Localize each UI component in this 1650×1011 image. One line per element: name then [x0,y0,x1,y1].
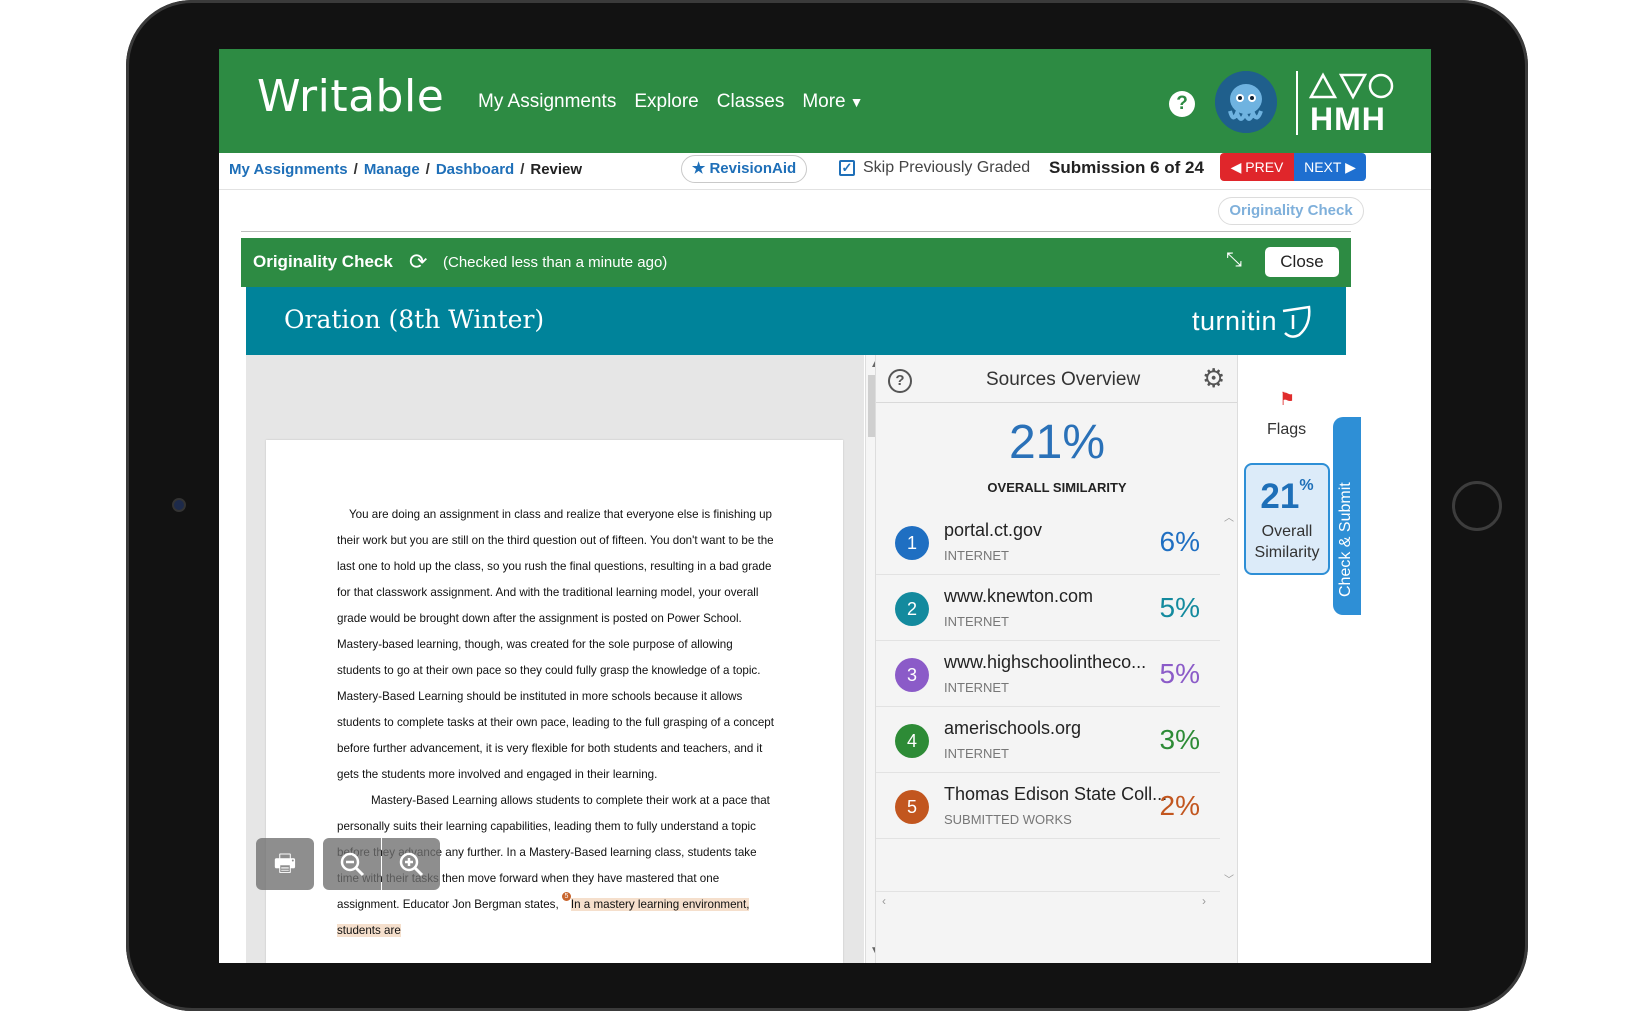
source-item[interactable]: 4 amerischools.org INTERNET 3% [876,707,1220,773]
avatar[interactable] [1215,71,1277,133]
turnitin-logo: turnitin [1192,305,1315,341]
chevron-up-icon[interactable]: ︿ [1224,509,1234,524]
sources-panel: ? Sources Overview ⚙ 21% OVERALL SIMILAR… [875,355,1238,963]
nav-classes[interactable]: Classes [717,91,785,113]
source-type: INTERNET [944,746,1009,761]
source-percent: 5% [1159,658,1200,689]
sources-header: ? Sources Overview ⚙ [876,355,1238,403]
originality-title: Originality Check [253,252,393,271]
caret-down-icon: ▼ [849,94,864,110]
refresh-icon[interactable]: ⟳ [409,249,427,275]
source-name: www.knewton.com [944,586,1094,606]
collapse-icon[interactable]: ⤡ [1226,249,1242,272]
zoom-in-icon [399,852,424,877]
chevron-down-icon[interactable]: ﹀ [1224,871,1234,886]
crumb-my-assignments[interactable]: My Assignments [229,161,348,178]
question-icon[interactable]: ? [888,369,912,393]
source-item[interactable]: 1 portal.ct.gov INTERNET 6% [876,509,1220,575]
nav-more-label: More [802,91,846,112]
prev-button[interactable]: ◀ PREV [1220,153,1294,181]
source-type: INTERNET [944,680,1009,695]
close-button[interactable]: Close [1265,247,1339,277]
submission-counter: Submission 6 of 24 [1049,158,1204,177]
originality-check-tab[interactable]: Originality Check [1218,197,1364,225]
chevron-right-icon[interactable]: › [1202,894,1206,908]
turnitin-header: Oration (8th Winter) turnitin [246,287,1346,355]
source-type: INTERNET [944,614,1009,629]
source-name: amerischools.org [944,718,1082,738]
chevron-left-icon[interactable]: ‹ [882,894,886,908]
zoom-out-button[interactable] [323,838,381,890]
home-button[interactable] [1452,481,1502,531]
source-item[interactable]: 3 www.highschoolintheco... INTERNET 5% [876,641,1220,707]
crumb-dashboard[interactable]: Dashboard [436,161,514,178]
originality-header: Originality Check ⟳ (Checked less than a… [241,238,1351,287]
triangle-right-icon: ▶ [1345,159,1356,175]
skip-label: Skip Previously Graded [863,159,1031,176]
check-status: (Checked less than a minute ago) [443,254,668,271]
sources-title: Sources Overview [986,369,1141,390]
overall-similarity-card[interactable]: 21% Overall Similarity [1244,463,1330,575]
source-percent: 3% [1159,724,1200,755]
document-title: Oration (8th Winter) [284,305,545,334]
source-number: 5 [895,790,929,824]
sources-hscrollbar[interactable]: ‹ › [876,891,1220,909]
flags-label[interactable]: Flags [1267,421,1306,439]
star-icon: ★ [691,160,706,177]
match-marker[interactable]: 5 [561,892,571,901]
next-button[interactable]: NEXT ▶ [1294,153,1366,181]
print-button[interactable]: 🖶 [256,838,314,890]
source-type: SUBMITTED WORKS [944,812,1072,827]
breadcrumb: My Assignments / Manage / Dashboard / Revie… [229,161,583,178]
help-icon[interactable]: ? [1169,91,1195,117]
source-item[interactable]: 5 Thomas Edison State Coll... SUBMITTED … [876,773,1220,839]
overall-similarity-percent: 21% [1008,416,1106,469]
triangle-left-icon: ◀ [1230,159,1242,175]
similarity-label: Overall Similarity [1254,523,1320,561]
source-number: 1 [895,526,929,560]
zoom-out-icon [340,852,365,877]
checkbox-checked-icon[interactable]: ✓ [839,160,855,176]
paragraph-1: You are doing an assignment in class and… [337,508,774,781]
source-number: 2 [895,592,929,626]
similarity-number: 21% [1260,477,1314,516]
skip-graded-toggle[interactable]: ✓ Skip Previously Graded [839,159,1030,177]
source-type: INTERNET [944,548,1009,563]
crumb-review: Review [530,161,583,178]
nav-more[interactable]: More ▼ [802,91,863,113]
divider [1296,71,1298,135]
source-number: 3 [895,658,929,692]
source-name: portal.ct.gov [944,520,1043,540]
gear-icon[interactable]: ⚙ [1202,363,1225,394]
turnitin-mark-icon [1282,305,1311,338]
source-number: 4 [895,724,929,758]
source-name: Thomas Edison State Coll... [944,784,1168,804]
source-name: www.highschoolintheco... [944,652,1147,672]
revision-aid-button[interactable]: ★ RevisionAid [681,155,807,183]
octopus-avatar-icon [1215,71,1277,133]
source-item[interactable]: 2 www.knewton.com INTERNET 5% [876,575,1220,641]
zoom-in-button[interactable] [382,838,440,890]
hmh-logo: HMH [1310,101,1386,137]
flag-icon[interactable]: ⚑ [1279,389,1295,410]
source-list: 1 portal.ct.gov INTERNET 6% 2 www.knewto… [876,509,1220,839]
camera [172,498,186,512]
nav-explore[interactable]: Explore [634,91,698,113]
top-bar: Writable My Assignments Explore Classes … [219,49,1431,153]
source-percent: 6% [1159,526,1200,557]
source-percent: 2% [1159,790,1200,821]
overall-similarity-label: OVERALL SIMILARITY [987,480,1127,495]
right-rail [1237,355,1331,963]
crumb-manage[interactable]: Manage [364,161,420,178]
nav-my-assignments[interactable]: My Assignments [478,91,616,113]
sources-scrollbar[interactable]: ︿ ﹀ [1220,509,1238,929]
main-nav: My Assignments Explore Classes More ▼ [478,91,863,113]
printer-icon: 🖶 [273,850,297,877]
writable-logo[interactable]: Writable [257,71,444,122]
screen: Writable My Assignments Explore Classes … [219,49,1431,963]
check-submit-tab[interactable]: Check & Submit [1333,417,1361,615]
source-percent: 5% [1159,592,1200,623]
